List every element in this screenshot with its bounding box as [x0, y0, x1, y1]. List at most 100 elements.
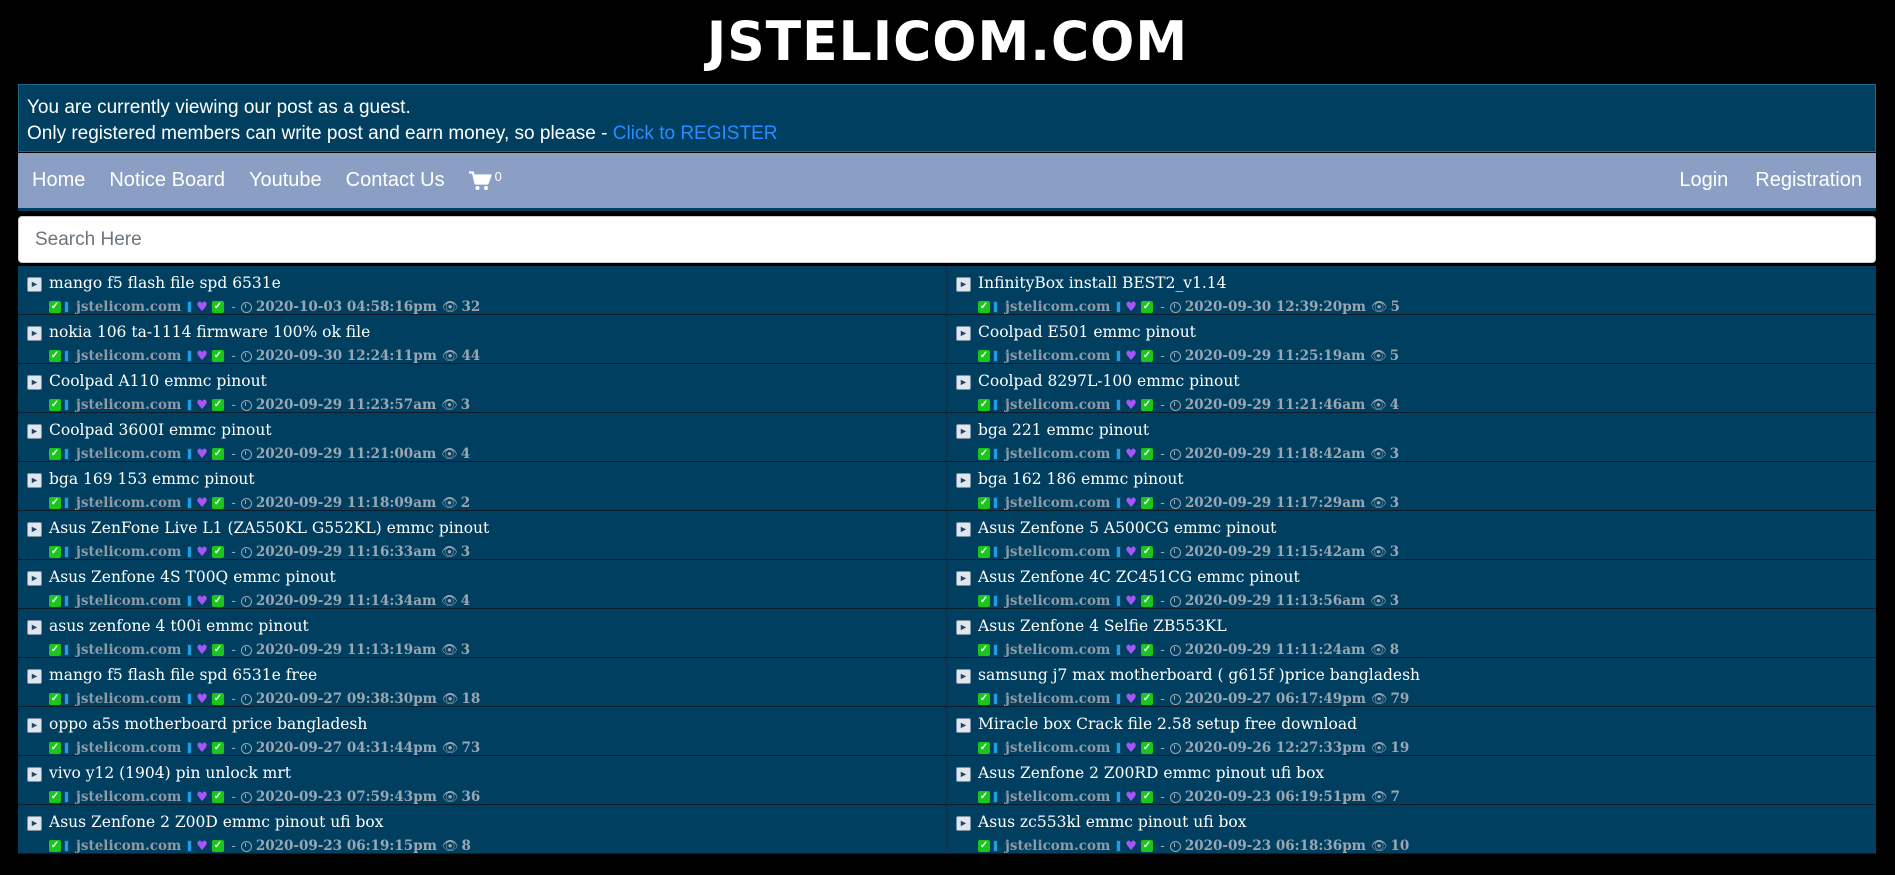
post-author[interactable]: jstelicom.com	[1005, 446, 1110, 462]
post-item[interactable]: ► mango f5 flash file spd 6531e ✓ jstelicom…	[18, 266, 946, 315]
post-author[interactable]: jstelicom.com	[76, 740, 181, 756]
post-item[interactable]: ► samsung j7 max motherboard ( g615f )pri…	[947, 658, 1876, 707]
guest-notice-text: Only registered members can write post a…	[27, 123, 613, 144]
register-link[interactable]: Click to REGISTER	[613, 123, 778, 144]
eye-icon: 👁	[1370, 838, 1388, 854]
post-item[interactable]: ► Coolpad 8297L-100 emmc pinout ✓ jstelicom…	[947, 364, 1876, 413]
post-item[interactable]: ► asus zenfone 4 t00i emmc pinout ✓ jstelic…	[18, 609, 946, 658]
post-author[interactable]: jstelicom.com	[1005, 397, 1110, 413]
site-logo[interactable]: JSTELICOM.COM	[707, 11, 1188, 74]
post-author[interactable]: jstelicom.com	[76, 446, 181, 462]
separator: -	[1155, 544, 1165, 560]
phone-icon	[1116, 840, 1122, 852]
post-author[interactable]: jstelicom.com	[76, 593, 181, 609]
search-input[interactable]	[18, 216, 1876, 263]
post-item[interactable]: ► bga 162 186 emmc pinout ✓ jstelicom.com ♥ ✓…	[947, 462, 1876, 511]
post-title[interactable]: Asus Zenfone 4S T00Q emmc pinout	[49, 568, 336, 586]
post-title[interactable]: Asus Zenfone 4 Selfie ZB553KL	[978, 617, 1227, 635]
post-author[interactable]: jstelicom.com	[1005, 348, 1110, 364]
separator: -	[226, 691, 236, 707]
post-item[interactable]: ► Asus ZenFone Live L1 (ZA550KL G552KL) e…	[18, 511, 946, 560]
post-author[interactable]: jstelicom.com	[1005, 495, 1110, 511]
nav-registration[interactable]: Registration	[1755, 169, 1862, 192]
post-item[interactable]: ► InfinityBox install BEST2_v1.14 ✓ jstelic…	[947, 266, 1876, 315]
post-title[interactable]: Coolpad E501 emmc pinout	[978, 323, 1196, 341]
post-title[interactable]: Coolpad 8297L-100 emmc pinout	[978, 372, 1240, 390]
post-title[interactable]: asus zenfone 4 t00i emmc pinout	[49, 617, 309, 635]
post-author[interactable]: jstelicom.com	[1005, 642, 1110, 658]
post-item[interactable]: ► Asus Zenfone 4C ZC451CG emmc pinout ✓ jst…	[947, 560, 1876, 609]
nav-login[interactable]: Login	[1679, 169, 1728, 192]
verified-check-icon: ✓	[1140, 497, 1153, 509]
post-author[interactable]: jstelicom.com	[1005, 691, 1110, 707]
post-title[interactable]: nokia 106 ta-1114 firmware 100% ok file	[49, 323, 370, 341]
post-item[interactable]: ► mango f5 flash file spd 6531e free ✓ jste…	[18, 658, 946, 707]
post-title[interactable]: bga 221 emmc pinout	[978, 421, 1149, 439]
post-title[interactable]: vivo y12 (1904) pin unlock mrt	[49, 764, 291, 782]
post-title[interactable]: samsung j7 max motherboard ( g615f )pric…	[978, 666, 1420, 684]
post-item[interactable]: ► vivo y12 (1904) pin unlock mrt ✓ jstelico…	[18, 756, 946, 805]
post-author[interactable]: jstelicom.com	[1005, 299, 1110, 315]
nav-contact-us[interactable]: Contact Us	[346, 169, 445, 192]
post-item[interactable]: ► bga 169 153 emmc pinout ✓ jstelicom.com ♥ ✓…	[18, 462, 946, 511]
post-title[interactable]: bga 162 186 emmc pinout	[978, 470, 1184, 488]
post-item[interactable]: ► oppo a5s motherboard price bangladesh ✓ j…	[18, 707, 946, 756]
nav-notice-board[interactable]: Notice Board	[109, 169, 225, 192]
post-item[interactable]: ► Asus Zenfone 5 A500CG emmc pinout ✓ jstel…	[947, 511, 1876, 560]
post-item[interactable]: ► Miracle box Crack file 2.58 setup free …	[947, 707, 1876, 756]
post-title[interactable]: Asus Zenfone 2 Z00RD emmc pinout ufi box	[978, 764, 1324, 782]
post-author[interactable]: jstelicom.com	[76, 299, 181, 315]
post-author[interactable]: jstelicom.com	[76, 642, 181, 658]
cart-button[interactable]: 0	[468, 169, 502, 191]
post-author[interactable]: jstelicom.com	[76, 789, 181, 805]
post-item[interactable]: ► Coolpad 3600I emmc pinout ✓ jstelicom.com…	[18, 413, 946, 462]
post-author[interactable]: jstelicom.com	[76, 397, 181, 413]
post-title[interactable]: Asus ZenFone Live L1 (ZA550KL G552KL) em…	[49, 519, 489, 537]
post-author[interactable]: jstelicom.com	[1005, 838, 1110, 854]
post-item[interactable]: ► Coolpad E501 emmc pinout ✓ jstelicom.com ♥…	[947, 315, 1876, 364]
post-author[interactable]: jstelicom.com	[1005, 593, 1110, 609]
post-title[interactable]: Asus Zenfone 2 Z00D emmc pinout ufi box	[49, 813, 383, 831]
post-title[interactable]: Coolpad 3600I emmc pinout	[49, 421, 272, 439]
post-author[interactable]: jstelicom.com	[76, 348, 181, 364]
post-author[interactable]: jstelicom.com	[1005, 544, 1110, 560]
post-author[interactable]: jstelicom.com	[76, 495, 181, 511]
post-title[interactable]: Asus Zenfone 4C ZC451CG emmc pinout	[978, 568, 1300, 586]
post-meta: ✓ jstelicom.com ♥ ✓ -2020-09-23 06:19:51pm 👁…	[978, 789, 1400, 805]
post-author[interactable]: jstelicom.com	[1005, 740, 1110, 756]
post-title[interactable]: Asus Zenfone 5 A500CG emmc pinout	[978, 519, 1276, 537]
post-title[interactable]: oppo a5s motherboard price bangladesh	[49, 715, 367, 733]
post-item[interactable]: ► bga 221 emmc pinout ✓ jstelicom.com ♥ ✓ -20…	[947, 413, 1876, 462]
post-date: 2020-09-26 12:27:33pm	[1184, 740, 1366, 756]
post-item[interactable]: ► nokia 106 ta-1114 firmware 100% ok file…	[18, 315, 946, 364]
post-item[interactable]: ► Asus Zenfone 2 Z00D emmc pinout ufi box…	[18, 805, 946, 854]
heart-icon: ♥	[1125, 544, 1137, 560]
post-title[interactable]: Miracle box Crack file 2.58 setup free d…	[978, 715, 1357, 733]
nav-youtube[interactable]: Youtube	[249, 169, 322, 192]
forward-icon: ►	[27, 767, 42, 782]
heart-icon: ♥	[1125, 740, 1137, 756]
post-title[interactable]: Asus zc553kl emmc pinout ufi box	[978, 813, 1246, 831]
post-author[interactable]: jstelicom.com	[1005, 789, 1110, 805]
post-author[interactable]: jstelicom.com	[76, 691, 181, 707]
phone-icon	[1116, 791, 1122, 803]
post-author[interactable]: jstelicom.com	[76, 544, 181, 560]
post-title[interactable]: bga 169 153 emmc pinout	[49, 470, 255, 488]
verified-check-icon: ✓	[978, 791, 990, 803]
post-item[interactable]: ► Asus Zenfone 4S T00Q emmc pinout ✓ jsteli…	[18, 560, 946, 609]
phone-icon	[1116, 693, 1122, 705]
post-item[interactable]: ► Asus Zenfone 2 Z00RD emmc pinout ufi bo…	[947, 756, 1876, 805]
clock-icon	[240, 399, 252, 411]
nav-home[interactable]: Home	[32, 169, 85, 192]
post-item[interactable]: ► Asus Zenfone 4 Selfie ZB553KL ✓ jstelicom…	[947, 609, 1876, 658]
eye-icon: 👁	[1370, 348, 1387, 364]
post-title[interactable]: Coolpad A110 emmc pinout	[49, 372, 267, 390]
post-item[interactable]: ► Asus zc553kl emmc pinout ufi box ✓ jsteli…	[947, 805, 1876, 854]
post-meta: ✓ jstelicom.com ♥ ✓ -2020-09-23 06:18:36pm 👁…	[978, 838, 1409, 854]
post-title[interactable]: mango f5 flash file spd 6531e	[49, 274, 281, 292]
post-item[interactable]: ► Coolpad A110 emmc pinout ✓ jstelicom.com ♥…	[18, 364, 946, 413]
post-title[interactable]: InfinityBox install BEST2_v1.14	[978, 274, 1227, 292]
post-author[interactable]: jstelicom.com	[76, 838, 181, 854]
post-meta: ✓ jstelicom.com ♥ ✓ -2020-09-29 11:13:19am 👁…	[49, 642, 470, 658]
post-title[interactable]: mango f5 flash file spd 6531e free	[49, 666, 317, 684]
